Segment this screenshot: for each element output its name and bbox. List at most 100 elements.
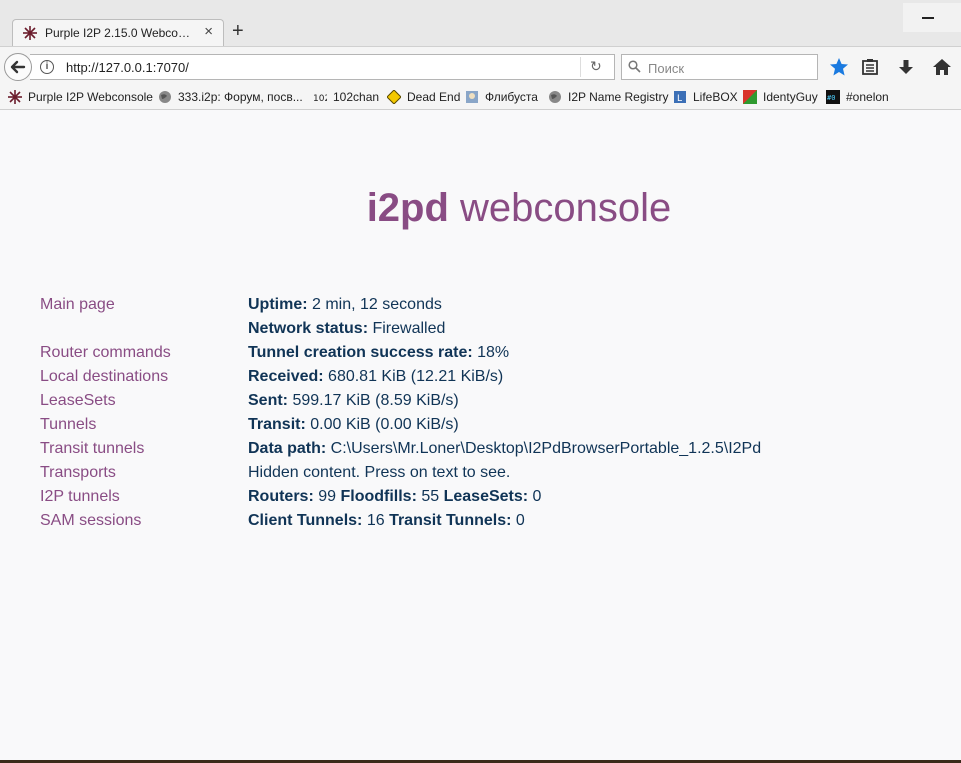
- globe-icon: [549, 91, 561, 103]
- sent-value: 599.17 KiB (8.59 KiB/s): [288, 392, 459, 409]
- back-arrow-icon: [10, 60, 26, 74]
- svg-text:L: L: [677, 94, 682, 104]
- svg-text:102: 102: [313, 94, 327, 104]
- bookmark-label: Флибуста: [485, 90, 538, 104]
- search-bar[interactable]: Поиск: [621, 54, 818, 80]
- globe-icon: [159, 91, 171, 103]
- bookmark-label: Dead End: [407, 90, 461, 104]
- search-placeholder: Поиск: [648, 61, 685, 76]
- network-status-value: Firewalled: [368, 320, 446, 337]
- client-tunnels-label: Client Tunnels:: [248, 512, 363, 529]
- menu-transports[interactable]: Transports: [40, 464, 116, 482]
- menu-sam-sessions[interactable]: SAM sessions: [40, 512, 141, 530]
- reading-list-icon[interactable]: [860, 57, 880, 77]
- url-bar[interactable]: i http://127.0.0.1:7070/ ↻: [30, 54, 615, 80]
- identyguy-icon: [743, 90, 757, 104]
- bookmark-item[interactable]: Флибуста: [465, 90, 538, 106]
- reload-icon[interactable]: ↻: [590, 58, 602, 75]
- transit-label: Transit:: [248, 416, 306, 433]
- bookmark-label: I2P Name Registry: [568, 90, 669, 104]
- data-path-value: C:\Users\Mr.Loner\Desktop\I2PdBrowserPor…: [326, 440, 762, 457]
- bookmark-label: LifeBOX: [693, 90, 738, 104]
- page-title-bold: i2pd: [366, 186, 449, 230]
- bookmark-item[interactable]: #0 #onelon: [826, 90, 889, 106]
- client-tunnels-value: 16: [362, 512, 390, 529]
- menu-main-page[interactable]: Main page: [40, 296, 115, 314]
- uptime-value: 2 min, 12 seconds: [307, 296, 442, 313]
- bookmark-label: IdentyGuy: [763, 90, 818, 104]
- tunnel-rate-value: 18%: [472, 344, 510, 361]
- minimize-icon: [922, 17, 934, 19]
- onelon-icon: #0: [826, 90, 840, 104]
- uptime-label: Uptime:: [248, 296, 308, 313]
- tunnel-rate-label: Tunnel creation success rate:: [248, 344, 473, 361]
- received-value: 680.81 KiB (12.21 KiB/s): [323, 368, 504, 385]
- yellow-diamond-icon: [387, 90, 401, 104]
- network-status-row: Network status: Firewalled: [248, 320, 445, 338]
- transit-row: Transit: 0.00 KiB (0.00 KiB/s): [248, 416, 459, 434]
- browser-titlebar: Purple I2P 2.15.0 Webconsole × +: [0, 0, 961, 46]
- bookmark-item[interactable]: 102 102chan: [313, 90, 379, 106]
- purple-star-icon: [23, 26, 37, 40]
- download-icon[interactable]: [896, 57, 916, 77]
- routers-label: Routers:: [248, 488, 314, 505]
- menu-tunnels[interactable]: Tunnels: [40, 416, 96, 434]
- bookmarks-toolbar: Purple I2P Webconsole 333.i2p: Форум, по…: [0, 86, 961, 110]
- uptime-row: Uptime: 2 min, 12 seconds: [248, 296, 442, 314]
- network-status-label: Network status:: [248, 320, 369, 337]
- bookmark-label: Purple I2P Webconsole: [28, 90, 153, 104]
- info-icon[interactable]: i: [40, 60, 54, 74]
- bookmark-item[interactable]: IdentyGuy: [743, 90, 818, 106]
- received-label: Received:: [248, 368, 324, 385]
- bookmark-item[interactable]: I2P Name Registry: [548, 90, 668, 106]
- routers-value: 99: [313, 488, 341, 505]
- flibusta-icon: [466, 91, 478, 103]
- received-row: Received: 680.81 KiB (12.21 KiB/s): [248, 368, 503, 386]
- purple-star-icon: [8, 90, 22, 104]
- menu-router-commands[interactable]: Router commands: [40, 344, 171, 362]
- tab-close-icon[interactable]: ×: [204, 24, 213, 40]
- hidden-content-toggle[interactable]: Hidden content. Press on text to see.: [248, 464, 510, 482]
- transit-value: 0.00 KiB (0.00 KiB/s): [305, 416, 459, 433]
- tab-title: Purple I2P 2.15.0 Webconsole: [45, 26, 195, 40]
- 102-icon: 102: [313, 94, 327, 104]
- bookmark-item[interactable]: Dead End: [387, 90, 460, 106]
- bookmark-item[interactable]: L LifeBOX: [673, 90, 738, 106]
- back-button[interactable]: [4, 53, 32, 81]
- floodfills-value: 55: [416, 488, 444, 505]
- floodfills-label: Floodfills:: [340, 488, 417, 505]
- bookmark-star-icon[interactable]: [829, 57, 849, 77]
- transit-tunnels-value: 0: [511, 512, 525, 529]
- data-path-label: Data path:: [248, 440, 327, 457]
- leasesets-value: 0: [528, 488, 542, 505]
- search-icon: [628, 60, 641, 73]
- menu-leasesets[interactable]: LeaseSets: [40, 392, 116, 410]
- menu-i2p-tunnels[interactable]: I2P tunnels: [40, 488, 120, 506]
- bookmark-label: #onelon: [846, 90, 889, 104]
- new-tab-button[interactable]: +: [232, 20, 244, 42]
- bookmark-item[interactable]: Purple I2P Webconsole: [8, 90, 153, 106]
- minimize-button[interactable]: [903, 3, 961, 32]
- transit-tunnels-label: Transit Tunnels:: [389, 512, 512, 529]
- home-icon[interactable]: [932, 57, 952, 77]
- menu-local-destinations[interactable]: Local destinations: [40, 368, 168, 386]
- sent-label: Sent:: [248, 392, 288, 409]
- tunnel-counts-row: Client Tunnels: 16 Transit Tunnels: 0: [248, 512, 525, 530]
- bookmark-item[interactable]: 333.i2p: Форум, посв...: [158, 90, 303, 106]
- leasesets-label: LeaseSets:: [443, 488, 529, 505]
- sent-row: Sent: 599.17 KiB (8.59 KiB/s): [248, 392, 459, 410]
- bookmark-label: 102chan: [333, 90, 380, 104]
- menu-transit-tunnels[interactable]: Transit tunnels: [40, 440, 144, 458]
- svg-text:#0: #0: [827, 94, 835, 102]
- page-title-rest: webconsole: [460, 186, 672, 230]
- data-path-row: Data path: C:\Users\Mr.Loner\Desktop\I2P…: [248, 440, 761, 458]
- navigation-bar: i http://127.0.0.1:7070/ ↻ Поиск: [0, 46, 961, 87]
- netdb-counts-row: Routers: 99 Floodfills: 55 LeaseSets: 0: [248, 488, 541, 506]
- page-title: i2pd webconsole: [0, 186, 961, 231]
- url-divider: [580, 57, 581, 77]
- lifebox-icon: L: [674, 91, 686, 104]
- browser-tab[interactable]: Purple I2P 2.15.0 Webconsole ×: [12, 19, 224, 46]
- tunnel-rate-row: Tunnel creation success rate: 18%: [248, 344, 509, 362]
- bookmark-label: 333.i2p: Форум, посв...: [178, 90, 303, 104]
- url-text[interactable]: http://127.0.0.1:7070/: [66, 60, 189, 75]
